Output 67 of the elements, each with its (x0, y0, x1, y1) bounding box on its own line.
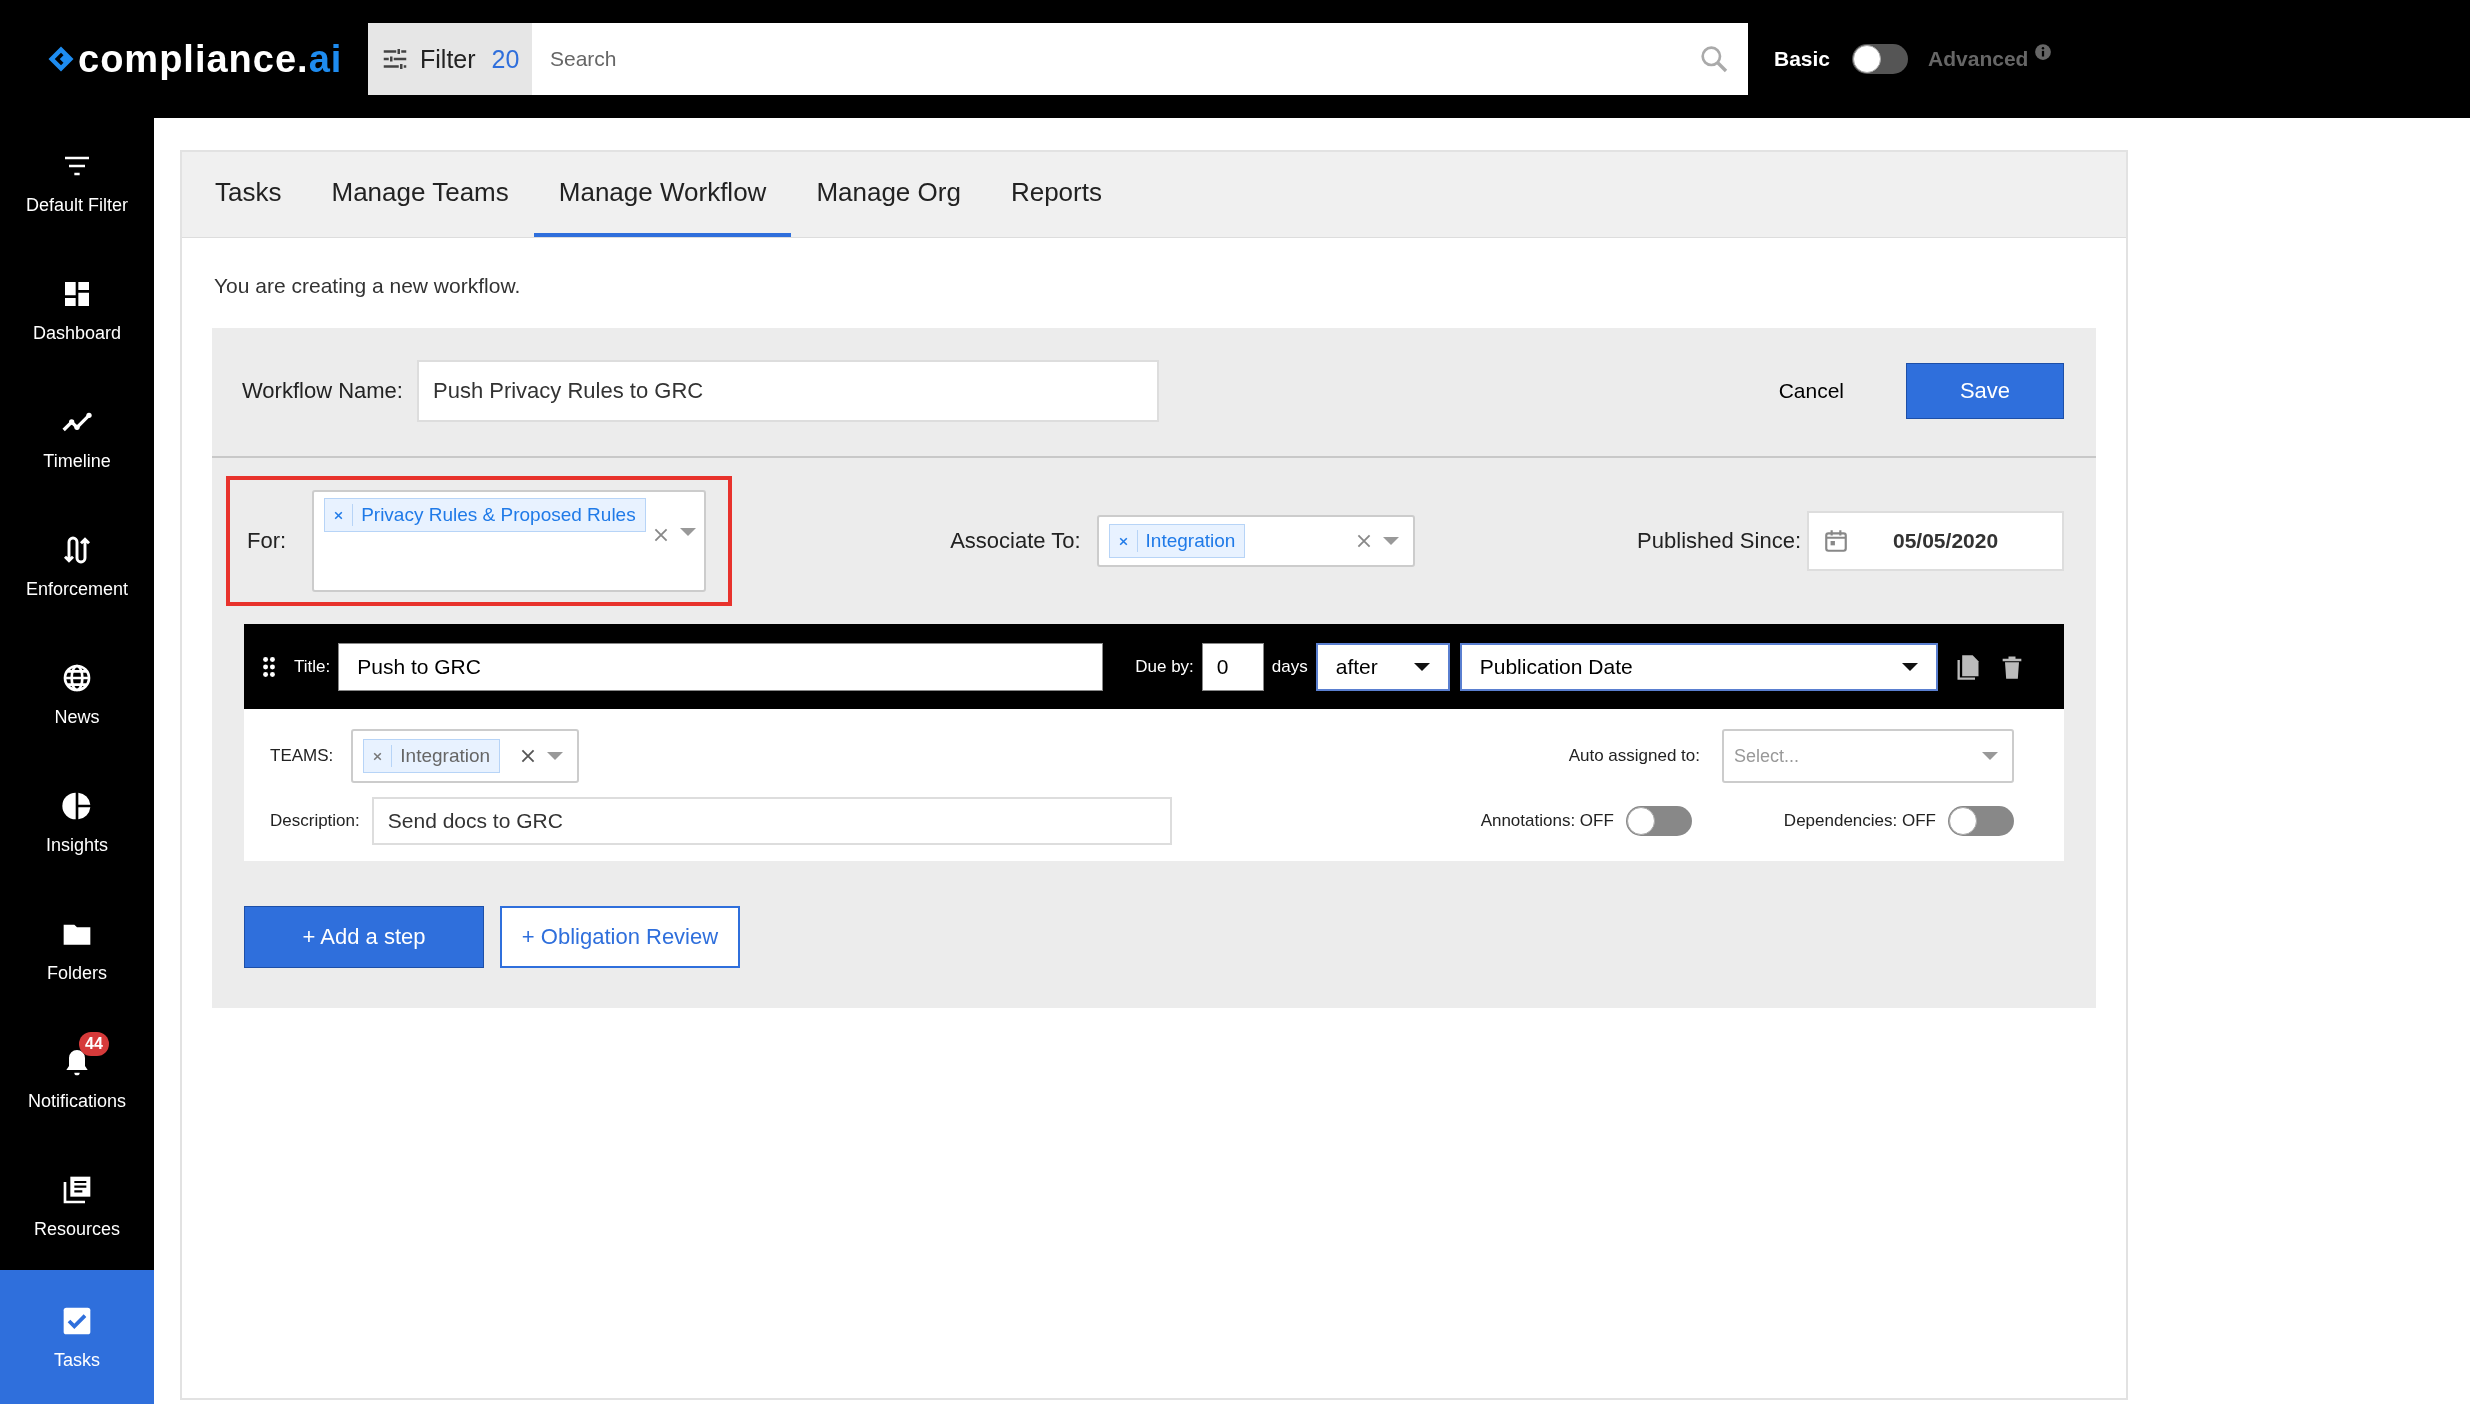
field-label: Auto assigned to: (1568, 746, 1700, 766)
field-label: Published Since: (1637, 528, 1801, 554)
sidebar-item[interactable]: News (0, 630, 154, 758)
selected-tag[interactable]: Integration (1108, 524, 1246, 558)
field-label: Workflow Name: (242, 378, 403, 404)
date-field[interactable]: 05/05/2020 (1807, 511, 2064, 571)
reference-date-dropdown[interactable]: Publication Date (1459, 642, 1938, 691)
dependencies-toggle[interactable] (1948, 806, 2014, 836)
intro-text: You are creating a new workflow. (214, 274, 522, 298)
logo-text: compliance.ai (78, 37, 343, 81)
calendar-icon[interactable] (1823, 528, 1849, 554)
field-label: Title: (294, 656, 331, 677)
remove-icon[interactable] (333, 509, 345, 521)
cancel-button[interactable]: Cancel (1772, 378, 1850, 404)
field-label: Description: (270, 811, 360, 831)
tab[interactable]: Tasks (190, 152, 307, 237)
save-button[interactable]: Save (1906, 363, 2064, 419)
tab[interactable]: Manage Teams (306, 152, 534, 237)
field-label: For: (247, 528, 287, 554)
mode-label: Advanced (1928, 47, 2029, 71)
filter-button[interactable]: Filter 20 (368, 23, 532, 95)
logo-icon (46, 44, 76, 74)
caret-icon[interactable] (1413, 662, 1430, 671)
for-select[interactable]: Privacy Rules & Proposed Rules (312, 490, 707, 592)
selected-tag[interactable]: Integration (363, 739, 501, 773)
clear-icon[interactable] (653, 528, 668, 542)
sidebar-item[interactable]: Insights (0, 758, 154, 886)
tab[interactable]: Manage Workflow (533, 152, 792, 237)
clear-icon[interactable] (521, 749, 536, 763)
remove-icon[interactable] (372, 750, 384, 762)
mode-label: Basic (1774, 47, 1831, 71)
tab[interactable]: Reports (985, 152, 1127, 237)
step-title-field[interactable]: Push to GRC (338, 642, 1104, 691)
clear-icon[interactable] (1356, 534, 1371, 548)
mode-toggle[interactable] (1852, 44, 1909, 74)
tab[interactable]: Manage Org (791, 152, 986, 237)
annotations-toggle[interactable] (1625, 806, 1692, 836)
selected-tag[interactable]: Privacy Rules & Proposed Rules (324, 498, 646, 532)
info-icon (2034, 43, 2053, 61)
field-label: days (1271, 656, 1308, 677)
description-field[interactable]: Send docs to GRC (371, 797, 1172, 845)
sidebar-item[interactable]: Timeline (0, 374, 154, 502)
sidebar-item[interactable]: 44 Notifications (0, 1014, 154, 1142)
notification-count: 44 (79, 1031, 109, 1056)
sidebar-item[interactable]: Resources (0, 1142, 154, 1270)
teams-select[interactable]: Integration (351, 729, 580, 783)
toggle-label: Annotations: OFF (1480, 811, 1614, 831)
field-label: Associate To: (950, 528, 1081, 554)
field-label: Due by: (1135, 656, 1194, 677)
field-label: TEAMS: (270, 746, 334, 766)
sidebar-item[interactable]: Tasks (0, 1270, 154, 1404)
caret-icon[interactable] (1901, 662, 1918, 671)
search-icon[interactable] (1698, 43, 1730, 75)
sidebar-item[interactable]: Enforcement (0, 502, 154, 630)
search-field[interactable]: Search (532, 23, 1748, 95)
sidebar-item[interactable]: Folders (0, 886, 154, 1014)
add-step-button[interactable]: + Add a step (244, 906, 484, 968)
associate-select[interactable]: Integration (1096, 515, 1415, 567)
relation-dropdown[interactable]: after (1315, 642, 1450, 691)
sidebar-item[interactable]: Dashboard (0, 246, 154, 374)
drag-handle-icon[interactable] (262, 655, 276, 678)
obligation-review-button[interactable]: + Obligation Review (500, 906, 740, 968)
due-days-field[interactable]: 0 (1201, 642, 1264, 691)
toggle-label: Dependencies: OFF (1783, 811, 1936, 831)
remove-icon[interactable] (1117, 535, 1129, 547)
sidebar-item[interactable]: Default Filter (0, 118, 154, 246)
workflow-name-field[interactable]: Push Privacy Rules to GRC (416, 360, 1159, 422)
